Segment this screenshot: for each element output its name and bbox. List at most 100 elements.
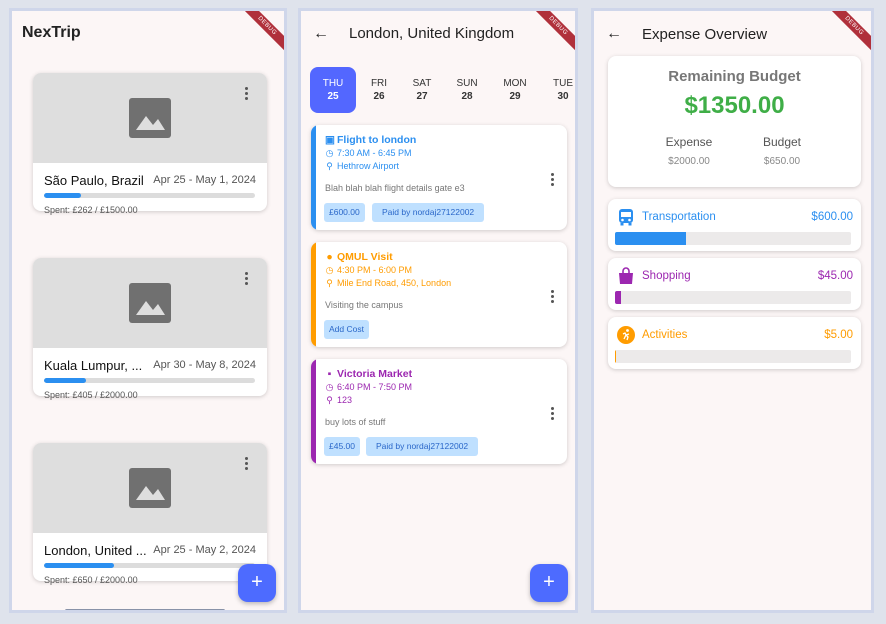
event-card[interactable]: ▣ Flight to london ◷ 7:30 AM - 6:45 PM ⚲ He… <box>311 125 567 230</box>
more-options-icon[interactable] <box>245 272 249 286</box>
trip-spent-progress <box>44 193 255 198</box>
app-bar: ← Expense Overview <box>594 11 871 55</box>
train-icon: ▣ <box>325 134 335 146</box>
debug-banner: DEBUG <box>232 11 284 63</box>
page-title: London, United Kingdom <box>349 25 515 42</box>
more-options-icon[interactable] <box>245 457 249 471</box>
trip-image-placeholder <box>33 443 267 533</box>
budget-summary: Budget $650.00 <box>742 135 822 167</box>
expense-label: Expense <box>665 135 713 149</box>
event-title: Flight to london <box>337 134 417 146</box>
category-amount: $600.00 <box>811 211 853 223</box>
trip-dates: Apr 30 - May 8, 2024 <box>153 359 256 371</box>
page-title: Expense Overview <box>642 26 768 43</box>
event-color-stripe <box>311 359 316 464</box>
day-selector: THU 25 FRI 26 SAT 27 SUN 28 MON 29 TUE 30 <box>310 67 575 113</box>
clock-icon: ◷ <box>325 148 334 158</box>
category-name: Activities <box>642 329 688 341</box>
day-tab-thu[interactable]: THU 25 <box>310 67 356 113</box>
cost-chip[interactable]: £600.00 <box>324 203 365 222</box>
clock-icon: ◷ <box>325 265 334 275</box>
trip-card[interactable]: São Paulo, Brazil Apr 25 - May 1, 2024 <box>33 73 267 211</box>
trip-name: London, United ... <box>44 543 147 558</box>
expense-value: $2000.00 <box>668 156 710 167</box>
event-title: Victoria Market <box>337 368 413 380</box>
trip-spent-text: Spent: £405 / £2000.00 <box>44 390 138 400</box>
more-options-icon[interactable] <box>551 290 555 304</box>
event-description: Blah blah blah flight details gate e3 <box>325 183 465 193</box>
trips-screen: DEBUG NexTrip São Paulo, Brazil Apr 25 -… <box>9 8 287 613</box>
event-location: 123 <box>337 395 353 405</box>
remaining-budget-amount: $1350.00 <box>684 92 785 119</box>
back-arrow-icon[interactable]: ← <box>606 25 622 43</box>
day-tab-mon[interactable]: MON 29 <box>492 67 538 113</box>
more-options-icon[interactable] <box>551 407 555 421</box>
trip-card[interactable]: London, United ... Apr 25 - May 2, 2024 <box>33 443 267 581</box>
location-pin-icon: ⚲ <box>326 395 333 405</box>
running-icon <box>617 326 635 344</box>
trip-name: São Paulo, Brazil <box>44 173 144 188</box>
shopping-bag-icon: ▪ <box>327 368 332 380</box>
event-location: Hethrow Airport <box>337 161 400 171</box>
day-tab-tue[interactable]: TUE 30 <box>540 67 575 113</box>
budget-label: Budget <box>762 135 802 149</box>
trip-spent-text: Spent: £650 / £2000.00 <box>44 575 138 585</box>
event-location: Mile End Road, 450, London <box>337 278 452 288</box>
trip-card[interactable]: Kuala Lumpur, ... Apr 30 - May 8, 2024 <box>33 258 267 396</box>
category-transportation[interactable]: Transportation $600.00 <box>608 199 861 251</box>
category-activities[interactable]: Activities $5.00 <box>608 317 861 369</box>
more-options-icon[interactable] <box>245 87 249 101</box>
trip-image-placeholder <box>33 73 267 163</box>
paid-by-chip[interactable]: Paid by nordaj27122002 <box>366 437 479 456</box>
category-amount: $45.00 <box>817 270 853 282</box>
add-trip-button[interactable]: + <box>238 564 276 602</box>
itinerary-screen: DEBUG ← London, United Kingdom THU 25 FRI… <box>298 8 578 613</box>
trip-spent-progress <box>44 378 255 383</box>
event-card[interactable]: ● QMUL Visit ◷ 4:30 PM - 6:00 PM ⚲ Mile End… <box>311 242 567 347</box>
paid-by-chip[interactable]: Paid by nordaj27122002 <box>372 203 485 222</box>
more-options-icon[interactable] <box>551 173 555 187</box>
image-icon <box>129 98 171 138</box>
location-pin-icon: ⚲ <box>326 278 333 288</box>
expense-overview-screen: DEBUG ← Expense Overview Remaining Budge… <box>591 8 874 613</box>
category-name: Transportation <box>642 211 716 223</box>
category-progress <box>615 350 851 363</box>
event-card[interactable]: ▪ Victoria Market ◷ 6:40 PM - 7:50 PM ⚲ 123… <box>311 359 567 464</box>
cost-chip[interactable]: £45.00 <box>324 437 360 456</box>
event-time: 4:30 PM - 6:00 PM <box>337 265 413 275</box>
trip-spent-progress <box>44 563 255 568</box>
info-icon: ● <box>326 251 333 263</box>
category-progress <box>615 232 851 245</box>
trip-dates: Apr 25 - May 2, 2024 <box>153 544 256 556</box>
event-description: Visiting the campus <box>325 300 403 310</box>
event-description: buy lots of stuff <box>325 417 386 427</box>
day-tab-sun[interactable]: SUN 28 <box>444 67 490 113</box>
day-tab-fri[interactable]: FRI 26 <box>356 67 402 113</box>
category-name: Shopping <box>642 270 691 282</box>
day-tab-sat[interactable]: SAT 27 <box>399 67 445 113</box>
image-icon <box>129 468 171 508</box>
event-color-stripe <box>311 242 316 347</box>
event-time: 6:40 PM - 7:50 PM <box>337 382 413 392</box>
clock-icon: ◷ <box>325 382 334 392</box>
bus-icon <box>619 209 633 226</box>
event-title: QMUL Visit <box>337 251 393 263</box>
back-arrow-icon[interactable]: ← <box>313 25 329 43</box>
home-indicator <box>65 609 225 610</box>
event-color-stripe <box>311 125 316 230</box>
app-bar: ← London, United Kingdom <box>301 11 575 55</box>
event-time: 7:30 AM - 6:45 PM <box>337 148 412 158</box>
budget-value: $650.00 <box>763 156 801 167</box>
category-shopping[interactable]: Shopping $45.00 <box>608 258 861 310</box>
trip-name: Kuala Lumpur, ... <box>44 358 143 373</box>
shopping-bag-icon <box>619 267 633 284</box>
trip-spent-text: Spent: £262 / £1500.00 <box>44 205 138 215</box>
add-cost-button[interactable]: Add Cost <box>324 320 369 339</box>
expense-summary: Expense $2000.00 <box>649 135 729 167</box>
add-event-button[interactable]: + <box>530 564 568 602</box>
location-pin-icon: ⚲ <box>326 161 333 171</box>
trip-image-placeholder <box>33 258 267 348</box>
app-title: NexTrip <box>22 24 81 41</box>
remaining-budget-card: Remaining Budget $1350.00 Expense $2000.… <box>608 56 861 187</box>
trip-dates: Apr 25 - May 1, 2024 <box>153 174 256 186</box>
